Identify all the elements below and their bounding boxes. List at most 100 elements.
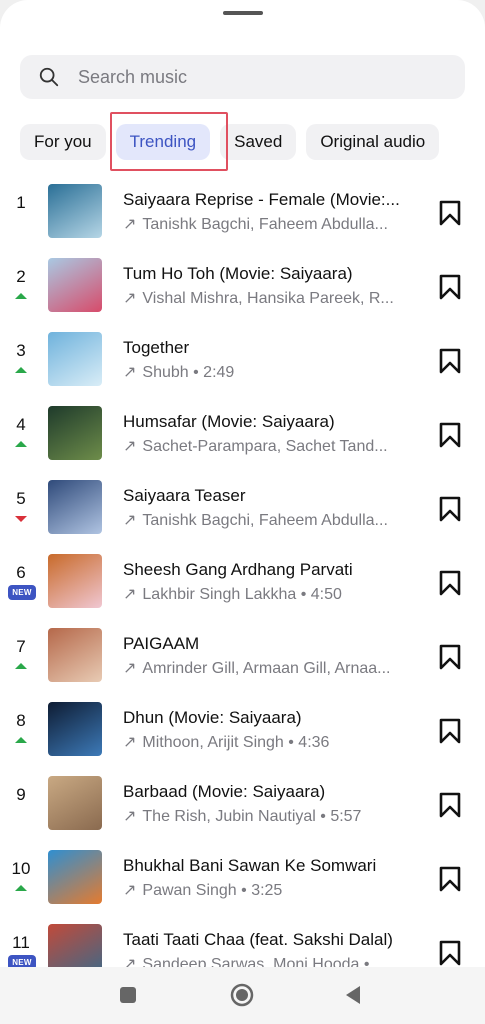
artist-text: Pawan Singh • 3:25	[142, 882, 283, 899]
back-button[interactable]	[344, 985, 362, 1005]
track-row[interactable]: 7 PAIGAAM ↗ Amrinder Gill, Armaan Gill, Arn…	[0, 617, 485, 691]
track-artists: ↗ Sachet-Parampara, Sachet Tand...	[123, 436, 419, 456]
artist-text: Tanishk Bagchi, Faheem Abdulla...	[142, 216, 388, 233]
track-artists: ↗ Vishal Mishra, Hansika Pareek, R...	[123, 288, 419, 308]
album-art[interactable]	[48, 554, 102, 608]
artist-text: Amrinder Gill, Armaan Gill, Arnaa...	[142, 660, 391, 677]
bookmark-icon[interactable]	[437, 865, 463, 893]
track-rank: 7	[16, 637, 26, 656]
track-rank: 8	[16, 711, 26, 730]
track-row[interactable]: 5 Saiyaara Teaser ↗ Tanishk Bagchi, Faheem …	[0, 469, 485, 543]
album-art[interactable]	[48, 924, 102, 967]
home-button[interactable]	[230, 983, 254, 1007]
album-art[interactable]	[48, 702, 102, 756]
album-art[interactable]	[48, 332, 102, 386]
search-placeholder: Search music	[78, 66, 188, 87]
track-row[interactable]: 2 Tum Ho Toh (Movie: Saiyaara) ↗ Vishal Mis…	[0, 247, 485, 321]
trending-music-sheet: Search music For you Trending Saved Orig…	[0, 0, 485, 1024]
track-rank: 4	[16, 415, 26, 434]
album-art[interactable]	[48, 406, 102, 460]
trend-arrow-icon: ↗	[123, 956, 137, 967]
tab-trending[interactable]: Trending	[115, 124, 211, 160]
track-row[interactable]: 11 NEW Taati Taati Chaa (feat. Sakshi Dala…	[0, 913, 485, 967]
artist-text: Mithoon, Arijit Singh • 4:36	[142, 734, 330, 751]
album-art[interactable]	[48, 850, 102, 904]
bookmark-icon[interactable]	[437, 273, 463, 301]
track-rank: 11	[12, 933, 30, 952]
trend-arrow-icon: ↗	[123, 808, 137, 825]
track-title: Saiyaara Teaser	[123, 486, 246, 505]
album-art[interactable]	[48, 776, 102, 830]
track-title: Humsafar (Movie: Saiyaara)	[123, 412, 335, 431]
trend-arrow-icon: ↗	[123, 216, 137, 233]
trend-up-icon	[15, 737, 27, 743]
track-rank: 6	[16, 563, 26, 582]
drag-handle[interactable]	[223, 11, 263, 15]
trend-up-icon	[15, 367, 27, 373]
track-artists: ↗ Lakhbir Singh Lakkha • 4:50	[123, 584, 419, 604]
track-artists: ↗ Amrinder Gill, Armaan Gill, Arnaa...	[123, 658, 419, 678]
track-artists: ↗ Tanishk Bagchi, Faheem Abdulla...	[123, 510, 419, 530]
trend-arrow-icon: ↗	[123, 290, 137, 307]
track-row[interactable]: 9 Barbaad (Movie: Saiyaara) ↗ The Rish, Jub…	[0, 765, 485, 839]
track-row[interactable]: 1 Saiyaara Reprise - Female (Movie:... ↗ Ta…	[0, 173, 485, 247]
new-badge: NEW	[8, 585, 36, 600]
bookmark-icon[interactable]	[437, 199, 463, 227]
trend-up-icon	[15, 293, 27, 299]
bookmark-icon[interactable]	[437, 495, 463, 523]
track-title: Sheesh Gang Ardhang Parvati	[123, 560, 353, 579]
system-nav-bar	[0, 967, 485, 1024]
track-row[interactable]: 6 NEW Sheesh Gang Ardhang Parvati ↗ Lakhbir …	[0, 543, 485, 617]
trend-up-icon	[15, 663, 27, 669]
track-title: Barbaad (Movie: Saiyaara)	[123, 782, 326, 801]
trend-up-icon	[15, 441, 27, 447]
track-list: 1 Saiyaara Reprise - Female (Movie:... ↗ Ta…	[0, 173, 485, 967]
track-artists: ↗ Pawan Singh • 3:25	[123, 880, 419, 900]
artist-text: The Rish, Jubin Nautiyal • 5:57	[142, 808, 362, 825]
tab-for-you[interactable]: For you	[20, 124, 106, 160]
trend-arrow-icon: ↗	[123, 586, 137, 603]
new-badge: NEW	[8, 955, 36, 967]
track-title: Taati Taati Chaa (feat. Sakshi Dalal)	[123, 930, 393, 949]
tab-original-audio[interactable]: Original audio	[306, 124, 440, 160]
bookmark-icon[interactable]	[437, 791, 463, 819]
trend-arrow-icon: ↗	[123, 660, 137, 677]
album-art[interactable]	[48, 258, 102, 312]
tab-saved[interactable]: Saved	[220, 124, 297, 160]
album-art[interactable]	[48, 184, 102, 238]
trend-arrow-icon: ↗	[123, 438, 137, 455]
track-rank: 1	[16, 193, 26, 212]
artist-text: Vishal Mishra, Hansika Pareek, R...	[142, 290, 394, 307]
album-art[interactable]	[48, 628, 102, 682]
track-artists: ↗ The Rish, Jubin Nautiyal • 5:57	[123, 806, 419, 826]
trend-up-icon	[15, 885, 27, 891]
search-bar[interactable]: Search music	[20, 55, 465, 99]
trend-arrow-icon: ↗	[123, 882, 137, 899]
track-row[interactable]: 10 Bhukhal Bani Sawan Ke Somwari ↗ Pawan Si…	[0, 839, 485, 913]
track-title: Together	[123, 338, 190, 357]
bookmark-icon[interactable]	[437, 643, 463, 671]
track-rank: 3	[16, 341, 26, 360]
artist-text: Shubh • 2:49	[142, 364, 235, 381]
trend-arrow-icon: ↗	[123, 512, 137, 529]
bookmark-icon[interactable]	[437, 717, 463, 745]
track-artists: ↗ Shubh • 2:49	[123, 362, 419, 382]
track-title: Bhukhal Bani Sawan Ke Somwari	[123, 856, 377, 875]
track-rank: 2	[16, 267, 26, 286]
track-row[interactable]: 4 Humsafar (Movie: Saiyaara) ↗ Sachet-Param…	[0, 395, 485, 469]
search-icon	[39, 67, 59, 87]
bookmark-icon[interactable]	[437, 347, 463, 375]
track-title: PAIGAAM	[123, 634, 200, 653]
track-artists: ↗ Sandeep Sarwas, Moni Hooda •	[123, 954, 419, 967]
bookmark-icon[interactable]	[437, 569, 463, 597]
track-title: Saiyaara Reprise - Female (Movie:...	[123, 190, 400, 209]
album-art[interactable]	[48, 480, 102, 534]
artist-text: Tanishk Bagchi, Faheem Abdulla...	[142, 512, 388, 529]
track-artists: ↗ Tanishk Bagchi, Faheem Abdulla...	[123, 214, 419, 234]
bookmark-icon[interactable]	[437, 421, 463, 449]
track-row[interactable]: 3 Together ↗ Shubh • 2:49	[0, 321, 485, 395]
trend-arrow-icon: ↗	[123, 364, 137, 381]
track-row[interactable]: 8 Dhun (Movie: Saiyaara) ↗ Mithoon, Arijit …	[0, 691, 485, 765]
bookmark-icon[interactable]	[437, 939, 463, 967]
recents-button[interactable]	[119, 986, 137, 1004]
